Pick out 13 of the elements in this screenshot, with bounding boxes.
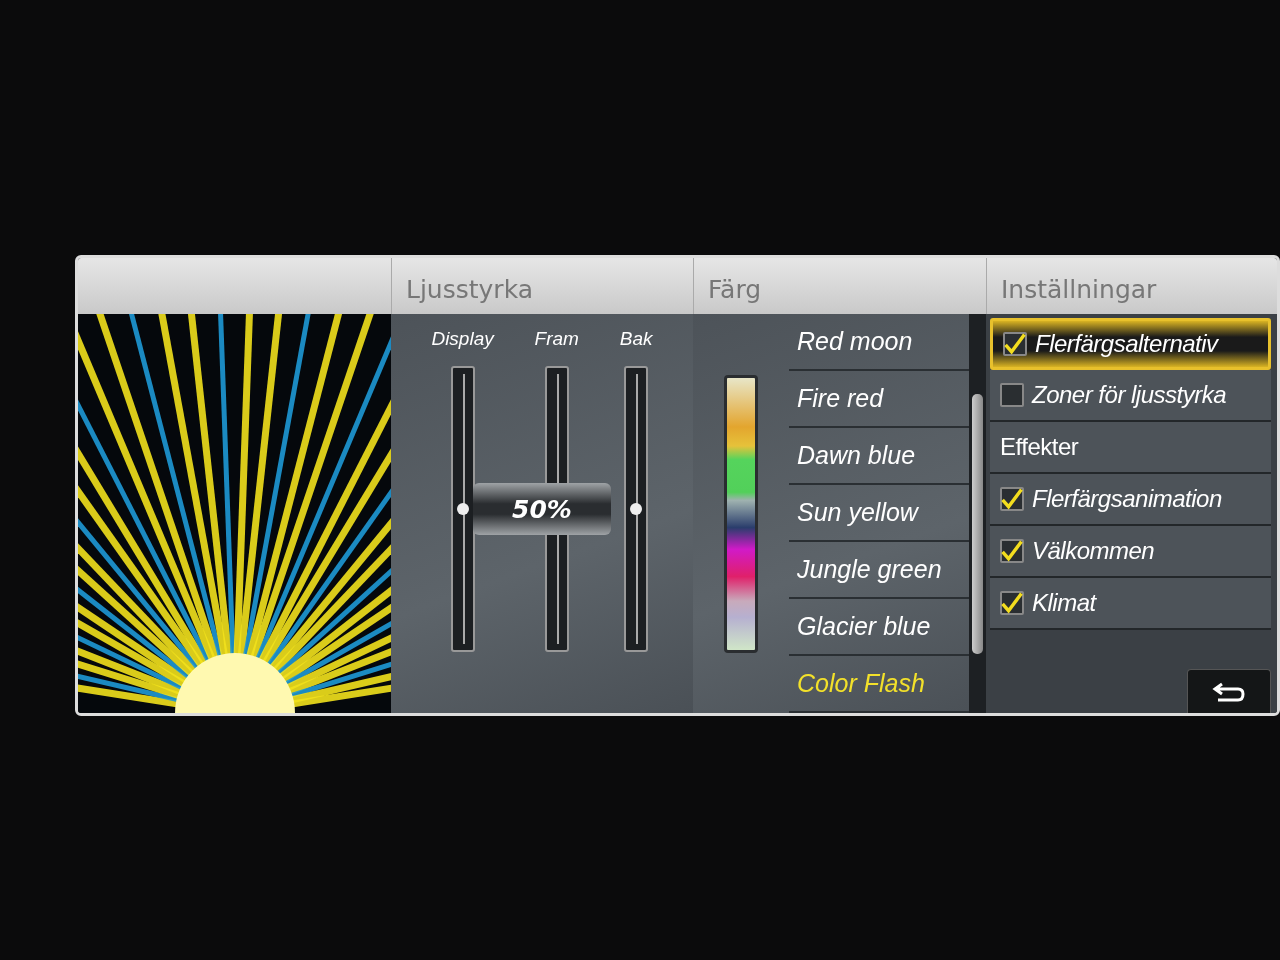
checkbox-label: Välkommen [1032, 537, 1155, 565]
panel-title: Ljusstyrka [406, 275, 533, 304]
slider-label: Bak [619, 328, 653, 350]
checkbox-label: Zoner för ljusstyrka [1032, 381, 1227, 409]
section-heading: Effekter [990, 422, 1271, 474]
panel-title: Färg [708, 275, 762, 304]
checkbox-label: Flerfärgsanimation [1032, 485, 1222, 513]
slider-value-tooltip: 50% [473, 483, 611, 535]
slider-label: Display [431, 328, 494, 350]
checkbox-label: Flerfärgsalternativ [1035, 330, 1218, 358]
checkbox-label: Klimat [1032, 589, 1096, 617]
slider-label: Fram [534, 328, 579, 350]
panel-title: Inställningar [1001, 275, 1157, 304]
